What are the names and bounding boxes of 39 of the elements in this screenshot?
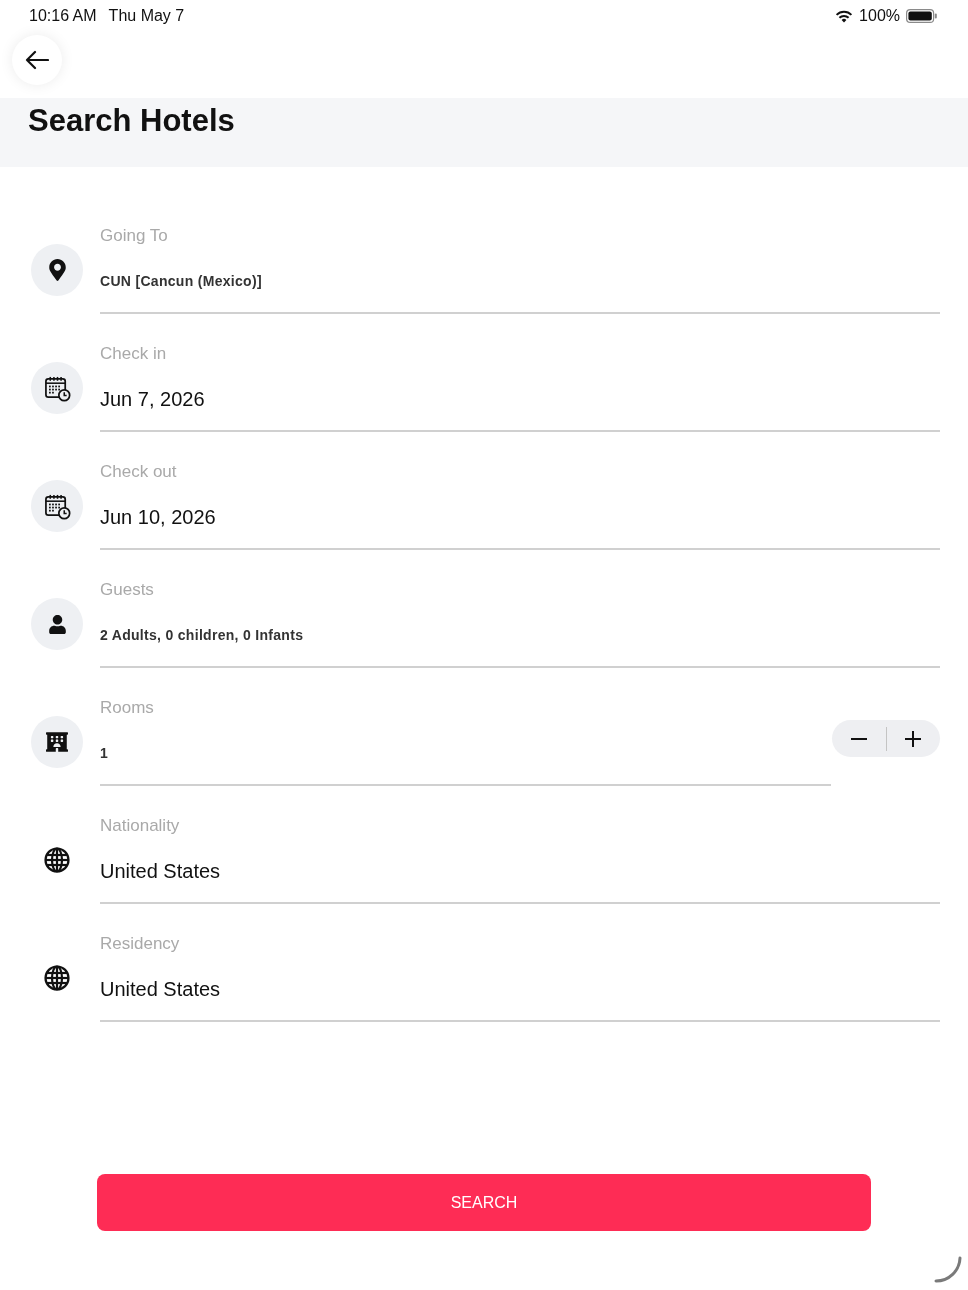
input-field[interactable]: Rooms 1 [100, 668, 831, 786]
globe-icon [44, 847, 70, 873]
calendar-clock-icon [31, 362, 83, 414]
loading-spinner-icon [934, 1256, 962, 1283]
input-field[interactable]: Nationality United States [100, 786, 940, 904]
battery-icon [906, 9, 937, 23]
field-value: CUN [Cancun (Mexico)] [100, 272, 262, 291]
field-value: 1 [100, 744, 109, 763]
input-field[interactable]: Guests 2 Adults, 0 children, 0 Infants [100, 550, 940, 668]
input-field[interactable]: Going To CUN [Cancun (Mexico)] [100, 196, 940, 314]
field-value: United States [100, 859, 221, 884]
field-label: Nationality [100, 816, 180, 836]
field-value: Jun 10, 2026 [100, 505, 216, 530]
globe-icon [44, 965, 70, 991]
field-label: Residency [100, 934, 180, 954]
field-label: Guests [100, 580, 154, 600]
calendar-clock-icon [31, 480, 83, 532]
back-arrow-icon [25, 50, 49, 70]
search-button[interactable]: SEARCH [97, 1174, 871, 1231]
input-field[interactable]: Check out Jun 10, 2026 [100, 432, 940, 550]
page-title: Search Hotels [28, 102, 235, 140]
location-pin-icon [31, 244, 83, 296]
status-time: 10:16 AM [29, 6, 97, 26]
person-icon [31, 598, 83, 650]
plus-icon [905, 730, 922, 747]
field-value: Jun 7, 2026 [100, 387, 205, 412]
field-value: United States [100, 977, 221, 1002]
field-value: 2 Adults, 0 children, 0 Infants [100, 626, 304, 645]
status-date: Thu May 7 [108, 6, 185, 26]
field-label: Check out [100, 462, 177, 482]
wifi-icon [835, 9, 854, 23]
input-field[interactable]: Residency United States [100, 904, 940, 1022]
field-label: Going To [100, 226, 168, 246]
minus-icon [850, 737, 867, 740]
input-field[interactable]: Check in Jun 7, 2026 [100, 314, 940, 432]
hotel-icon [31, 716, 83, 768]
field-label: Rooms [100, 698, 154, 718]
field-label: Check in [100, 344, 167, 364]
battery-percentage: 100% [859, 6, 900, 26]
